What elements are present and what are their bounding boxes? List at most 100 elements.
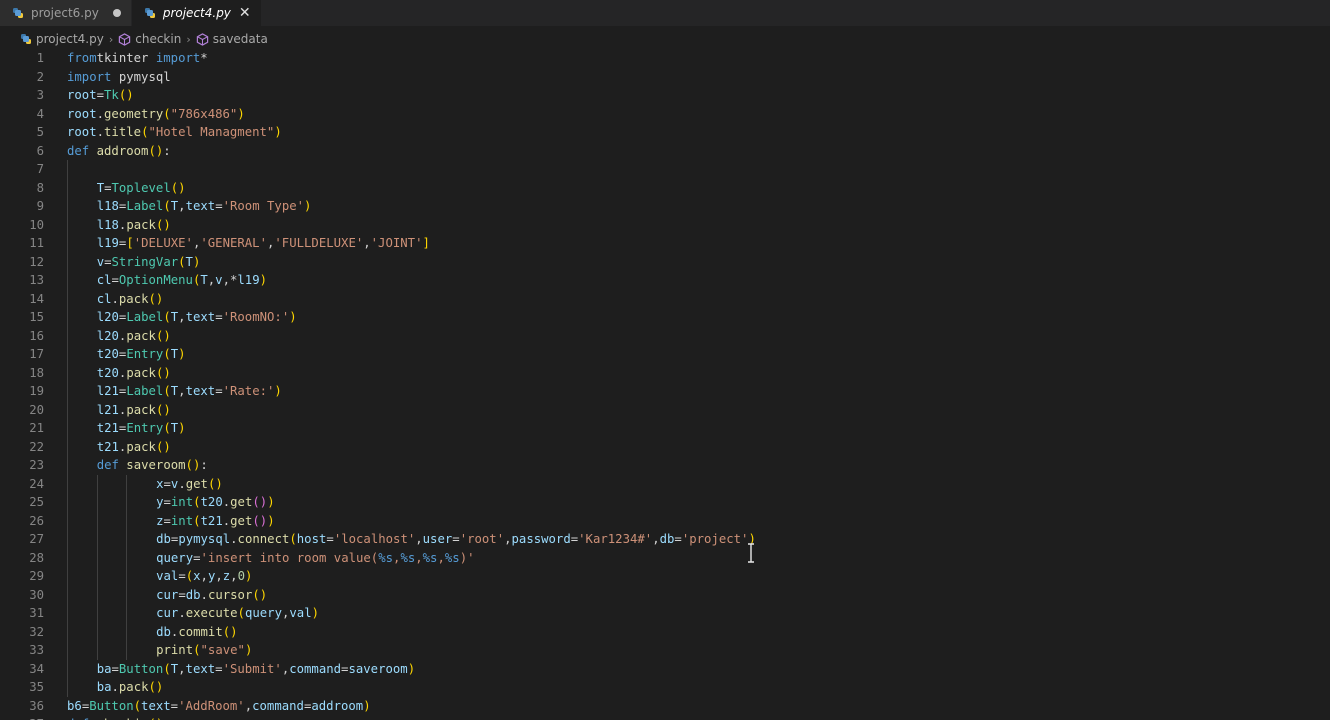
code-token: ,	[437, 550, 445, 565]
code-line[interactable]: 35 ba.pack()	[0, 678, 1330, 697]
code-token: pack	[126, 365, 156, 380]
code-token: t20	[96, 365, 119, 380]
code-token: l19	[237, 273, 260, 287]
code-token: from	[67, 51, 97, 65]
code-line[interactable]: 8 T=Toplevel()	[0, 178, 1330, 198]
code-token: =	[111, 661, 119, 676]
code-line[interactable]: 24 x=v.get()	[0, 474, 1330, 493]
code-token: text	[141, 698, 171, 713]
code-line[interactable]: 17 t20=Entry(T)	[0, 345, 1330, 364]
code-token: connect	[237, 532, 290, 546]
code-editor[interactable]: 1 fromtkinter import* 2 import pymysql 3 root…	[0, 49, 1330, 720]
indent-guide	[96, 548, 98, 567]
code-line[interactable]: 13 cl=OptionMenu(T,v,*l19)	[0, 271, 1330, 290]
code-line[interactable]: 28 query='insert into room value(%s,%s,%s…	[0, 548, 1330, 567]
code-line[interactable]: 16 l20.pack()	[0, 326, 1330, 345]
unsaved-dot-icon[interactable]	[112, 9, 121, 17]
code-line[interactable]: 9 l18=Label(T,text='Room Type')	[0, 197, 1330, 216]
code-token: =	[111, 273, 119, 287]
code-line[interactable]: 18 t20.pack()	[0, 363, 1330, 382]
breadcrumb-symbol-savedata[interactable]: savedata	[196, 32, 268, 46]
code-token: (	[178, 254, 186, 269]
code-line[interactable]: 22 t21.pack()	[0, 437, 1330, 456]
code-token: Button	[118, 661, 164, 676]
code-token: =	[104, 180, 112, 195]
code-line[interactable]: 11 l19=['DELUXE','GENERAL','FULLDELUXE','…	[0, 234, 1330, 253]
code-token: l18	[96, 217, 119, 232]
code-line[interactable]: 20 l21.pack()	[0, 400, 1330, 419]
code-text: fromtkinter import*	[67, 49, 208, 68]
code-text: l18=Label(T,text='Room Type')	[97, 197, 312, 216]
code-line[interactable]: 27 db=pymysql.connect(host='localhost',us…	[0, 530, 1330, 549]
code-token: ()	[148, 680, 164, 694]
indent-guide	[67, 511, 68, 530]
line-number: 5	[36, 125, 44, 139]
code-line[interactable]: 29 val=(x,y,z,0)	[0, 567, 1330, 586]
code-line[interactable]: 31 cur.execute(query,val)	[0, 604, 1330, 623]
code-token: 'AddRoom'	[178, 698, 245, 713]
code-token: ,	[244, 698, 253, 713]
code-token: )	[259, 273, 268, 287]
indent-guide	[67, 326, 68, 345]
code-text: l21=Label(T,text='Rate:')	[97, 382, 282, 401]
indent-guide	[67, 548, 68, 567]
code-line[interactable]: 19 l21=Label(T,text='Rate:')	[0, 382, 1330, 401]
code-token: tkinter	[96, 51, 149, 65]
code-line[interactable]: 10 l18.pack()	[0, 215, 1330, 234]
code-line[interactable]: 26 z=int(t21.get())	[0, 511, 1330, 530]
code-line[interactable]: 23 def saveroom():	[0, 456, 1330, 475]
code-line[interactable]: 6 def addroom():	[0, 142, 1330, 161]
code-line[interactable]: 7	[0, 160, 1330, 179]
breadcrumb-symbol-label: checkin	[135, 32, 182, 46]
code-token: text	[185, 310, 216, 324]
indent-guide	[96, 493, 98, 512]
breadcrumb-symbol-checkin[interactable]: checkin	[118, 32, 181, 46]
code-text: T=Toplevel()	[97, 179, 186, 198]
indent-guide	[67, 678, 68, 697]
indent-guide	[96, 641, 98, 660]
code-line[interactable]: 34 ba=Button(T,text='Submit',command=save…	[0, 659, 1330, 678]
indent-guide	[126, 493, 128, 512]
code-line[interactable]: 2 import pymysql	[0, 68, 1330, 87]
code-token: "786x486"	[170, 106, 238, 121]
code-line[interactable]: 12 v=StringVar(T)	[0, 252, 1330, 271]
code-line[interactable]: 5 root.title("Hotel Managment")	[0, 123, 1330, 142]
code-token: (	[193, 643, 201, 657]
code-token: command	[289, 661, 342, 676]
code-line[interactable]: 33 print("save")	[0, 641, 1330, 660]
breadcrumb-file[interactable]: project4.py	[20, 32, 104, 46]
indent-guide	[67, 178, 68, 197]
line-number: 7	[36, 162, 44, 176]
indent-guide	[67, 215, 68, 234]
code-token: l20	[96, 310, 119, 324]
code-token: )	[267, 495, 275, 509]
code-line[interactable]: 21 t21=Entry(T)	[0, 419, 1330, 438]
tab-project4[interactable]: project4.py ✕	[131, 0, 262, 26]
code-line[interactable]: 14 cl.pack()	[0, 289, 1330, 308]
code-token: )	[274, 125, 282, 139]
code-line[interactable]: 32 db.commit()	[0, 622, 1330, 642]
code-line[interactable]: 1 fromtkinter import*	[0, 49, 1330, 68]
indent-guide	[126, 567, 128, 586]
code-line[interactable]: 3 root=Tk()	[0, 86, 1330, 105]
code-token: cur	[156, 587, 179, 602]
code-token: geometry	[104, 106, 164, 121]
code-token: t21	[200, 513, 223, 528]
code-token: 'FULLDELUXE'	[274, 236, 364, 250]
code-line[interactable]: 25 y=int(t20.get())	[0, 493, 1330, 512]
code-token: %s	[422, 550, 438, 565]
code-line[interactable]: 30 cur=db.cursor()	[0, 585, 1330, 604]
code-text: db.commit()	[156, 623, 237, 642]
code-token: query	[156, 550, 194, 565]
code-token: =	[215, 661, 223, 676]
line-number: 14	[29, 291, 44, 306]
tab-project6[interactable]: project6.py	[0, 0, 132, 26]
code-line[interactable]: 36 b6=Button(text='AddRoom',command=addro…	[0, 697, 1330, 716]
code-line[interactable]: 4 root.geometry("786x486")	[0, 105, 1330, 124]
code-token: (	[193, 513, 201, 528]
code-line[interactable]: 15 l20=Label(T,text='RoomNO:')	[0, 308, 1330, 327]
code-line[interactable]: 37 def checkin():	[0, 715, 1330, 720]
code-token: Label	[126, 384, 164, 398]
close-icon[interactable]: ✕	[239, 6, 251, 20]
line-number: 24	[29, 476, 44, 491]
